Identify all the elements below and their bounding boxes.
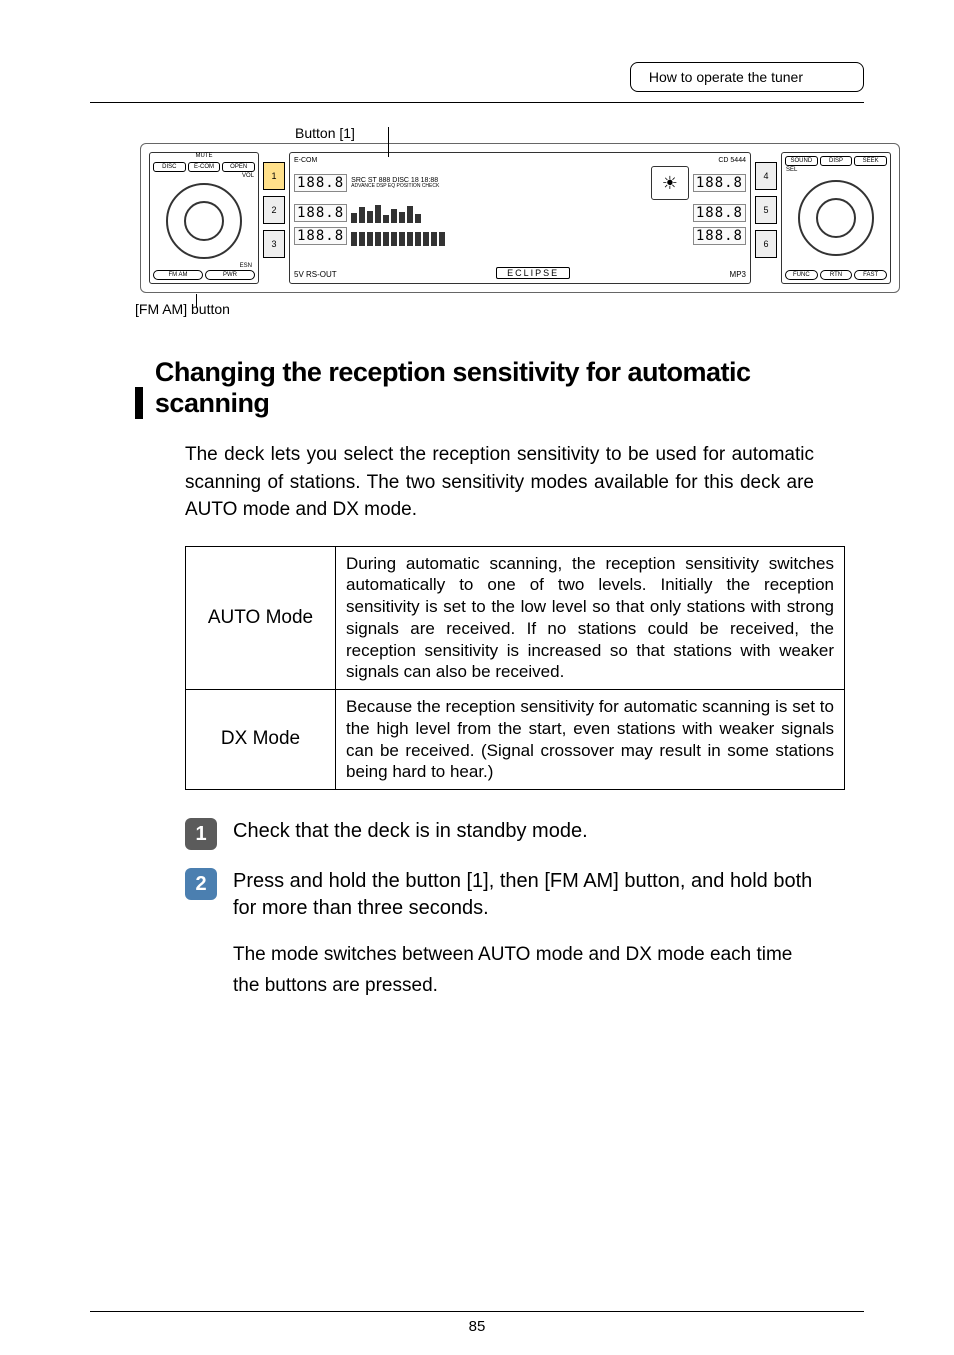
steps-list: 1 Check that the deck is in standby mode… — [185, 818, 814, 922]
button-1-callout-label: Button [1] — [295, 125, 864, 141]
header-right: How to operate the tuner — [630, 62, 864, 92]
preset-6: 6 — [755, 230, 777, 258]
sun-icon: ☀ — [651, 166, 689, 200]
after-steps-paragraph: The mode switches between AUTO mode and … — [233, 940, 814, 1001]
func-button: FUNC — [785, 270, 818, 280]
seg-row1-left: 188.8 — [294, 174, 347, 192]
step-2: 2 Press and hold the button [1], then [F… — [185, 868, 814, 922]
seg-row2-left: 188.8 — [294, 204, 347, 222]
step-badge-1: 1 — [185, 818, 217, 850]
page-number: 85 — [90, 1311, 864, 1335]
select-knob — [798, 180, 874, 256]
sound-button: SOUND — [785, 156, 818, 166]
preset-4: 4 — [755, 162, 777, 190]
step-badge-2: 2 — [185, 868, 217, 900]
fm-am-button: FM AM — [153, 270, 203, 280]
esn-label: ESN — [240, 263, 252, 269]
fast-button: FAST — [854, 270, 887, 280]
step-2-text: Press and hold the button [1], then [FM … — [233, 868, 814, 922]
section-heading: Changing the reception sensitivity for a… — [135, 357, 864, 419]
lcd-display-panel: E-COM CD 5444 188.8 SRC ST 888 DISC 18 1… — [289, 152, 751, 284]
section-accent-bar — [135, 387, 143, 419]
mp3-label: MP3 — [730, 270, 746, 279]
cd-model-label: CD 5444 — [718, 157, 746, 164]
seg-row1-tags: ADVANCE DSP EQ POSITION CHECK — [351, 184, 647, 189]
right-control-panel: SOUND DISP SEEK SEL FUNC RTN FAST — [781, 152, 891, 284]
pwr-button: PWR — [205, 270, 255, 280]
preset-column-left: 1 2 3 — [263, 152, 285, 284]
table-row: DX Mode Because the reception sensitivit… — [186, 690, 845, 790]
intro-paragraph: The deck lets you select the reception s… — [185, 441, 814, 524]
step-1-text: Check that the deck is in standby mode. — [233, 818, 588, 845]
device-front-panel-diagram: MUTE DISC E-COM OPEN VOL ESN FM AM PWR — [140, 143, 900, 293]
brand-logo: ECLIPSE — [496, 267, 570, 279]
disc-button: DISC — [153, 162, 186, 172]
open-button: OPEN — [222, 162, 255, 172]
preset-2: 2 — [263, 196, 285, 224]
seg-row2-right: 188.8 — [693, 204, 746, 222]
disp-button: DISP — [820, 156, 853, 166]
mode-desc-auto: During automatic scanning, the reception… — [336, 546, 845, 690]
section-title: Changing the reception sensitivity for a… — [155, 357, 864, 419]
device-diagram-section: Button [1] MUTE DISC E-COM OPEN VOL ESN — [90, 125, 864, 317]
preset-1: 1 — [263, 162, 285, 190]
ecom-indicator: E-COM — [294, 157, 317, 164]
rs-out-label: 5V RS-OUT — [294, 270, 337, 279]
leader-line-button-1 — [388, 127, 389, 157]
preset-5: 5 — [755, 196, 777, 224]
preset-3: 3 — [263, 230, 285, 258]
seek-button: SEEK — [854, 156, 887, 166]
seg-row3-right: 188.8 — [693, 227, 746, 245]
left-control-panel: MUTE DISC E-COM OPEN VOL ESN FM AM PWR — [149, 152, 259, 284]
fm-am-callout-label: [FM AM] button — [135, 301, 864, 317]
mode-desc-dx: Because the reception sensitivity for au… — [336, 690, 845, 790]
ecom-button: E-COM — [188, 162, 221, 172]
mode-name-auto: AUTO Mode — [186, 546, 336, 690]
leader-line-fm-am — [196, 294, 197, 308]
equalizer-bars-row3 — [351, 226, 689, 246]
seg-row3-left: 188.8 — [294, 227, 347, 245]
equalizer-bars-row2 — [351, 203, 689, 223]
volume-knob — [166, 183, 242, 259]
section-context-box: How to operate the tuner — [630, 62, 864, 92]
rtn-button: RTN — [820, 270, 853, 280]
preset-column-right: 4 5 6 — [755, 152, 777, 284]
mode-name-dx: DX Mode — [186, 690, 336, 790]
vol-label: VOL — [242, 173, 254, 179]
table-row: AUTO Mode During automatic scanning, the… — [186, 546, 845, 690]
modes-table: AUTO Mode During automatic scanning, the… — [185, 546, 845, 791]
seg-row1-right: 188.8 — [693, 174, 746, 192]
sel-label: SEL — [786, 167, 797, 173]
header-rule — [90, 102, 864, 103]
step-1: 1 Check that the deck is in standby mode… — [185, 818, 814, 850]
